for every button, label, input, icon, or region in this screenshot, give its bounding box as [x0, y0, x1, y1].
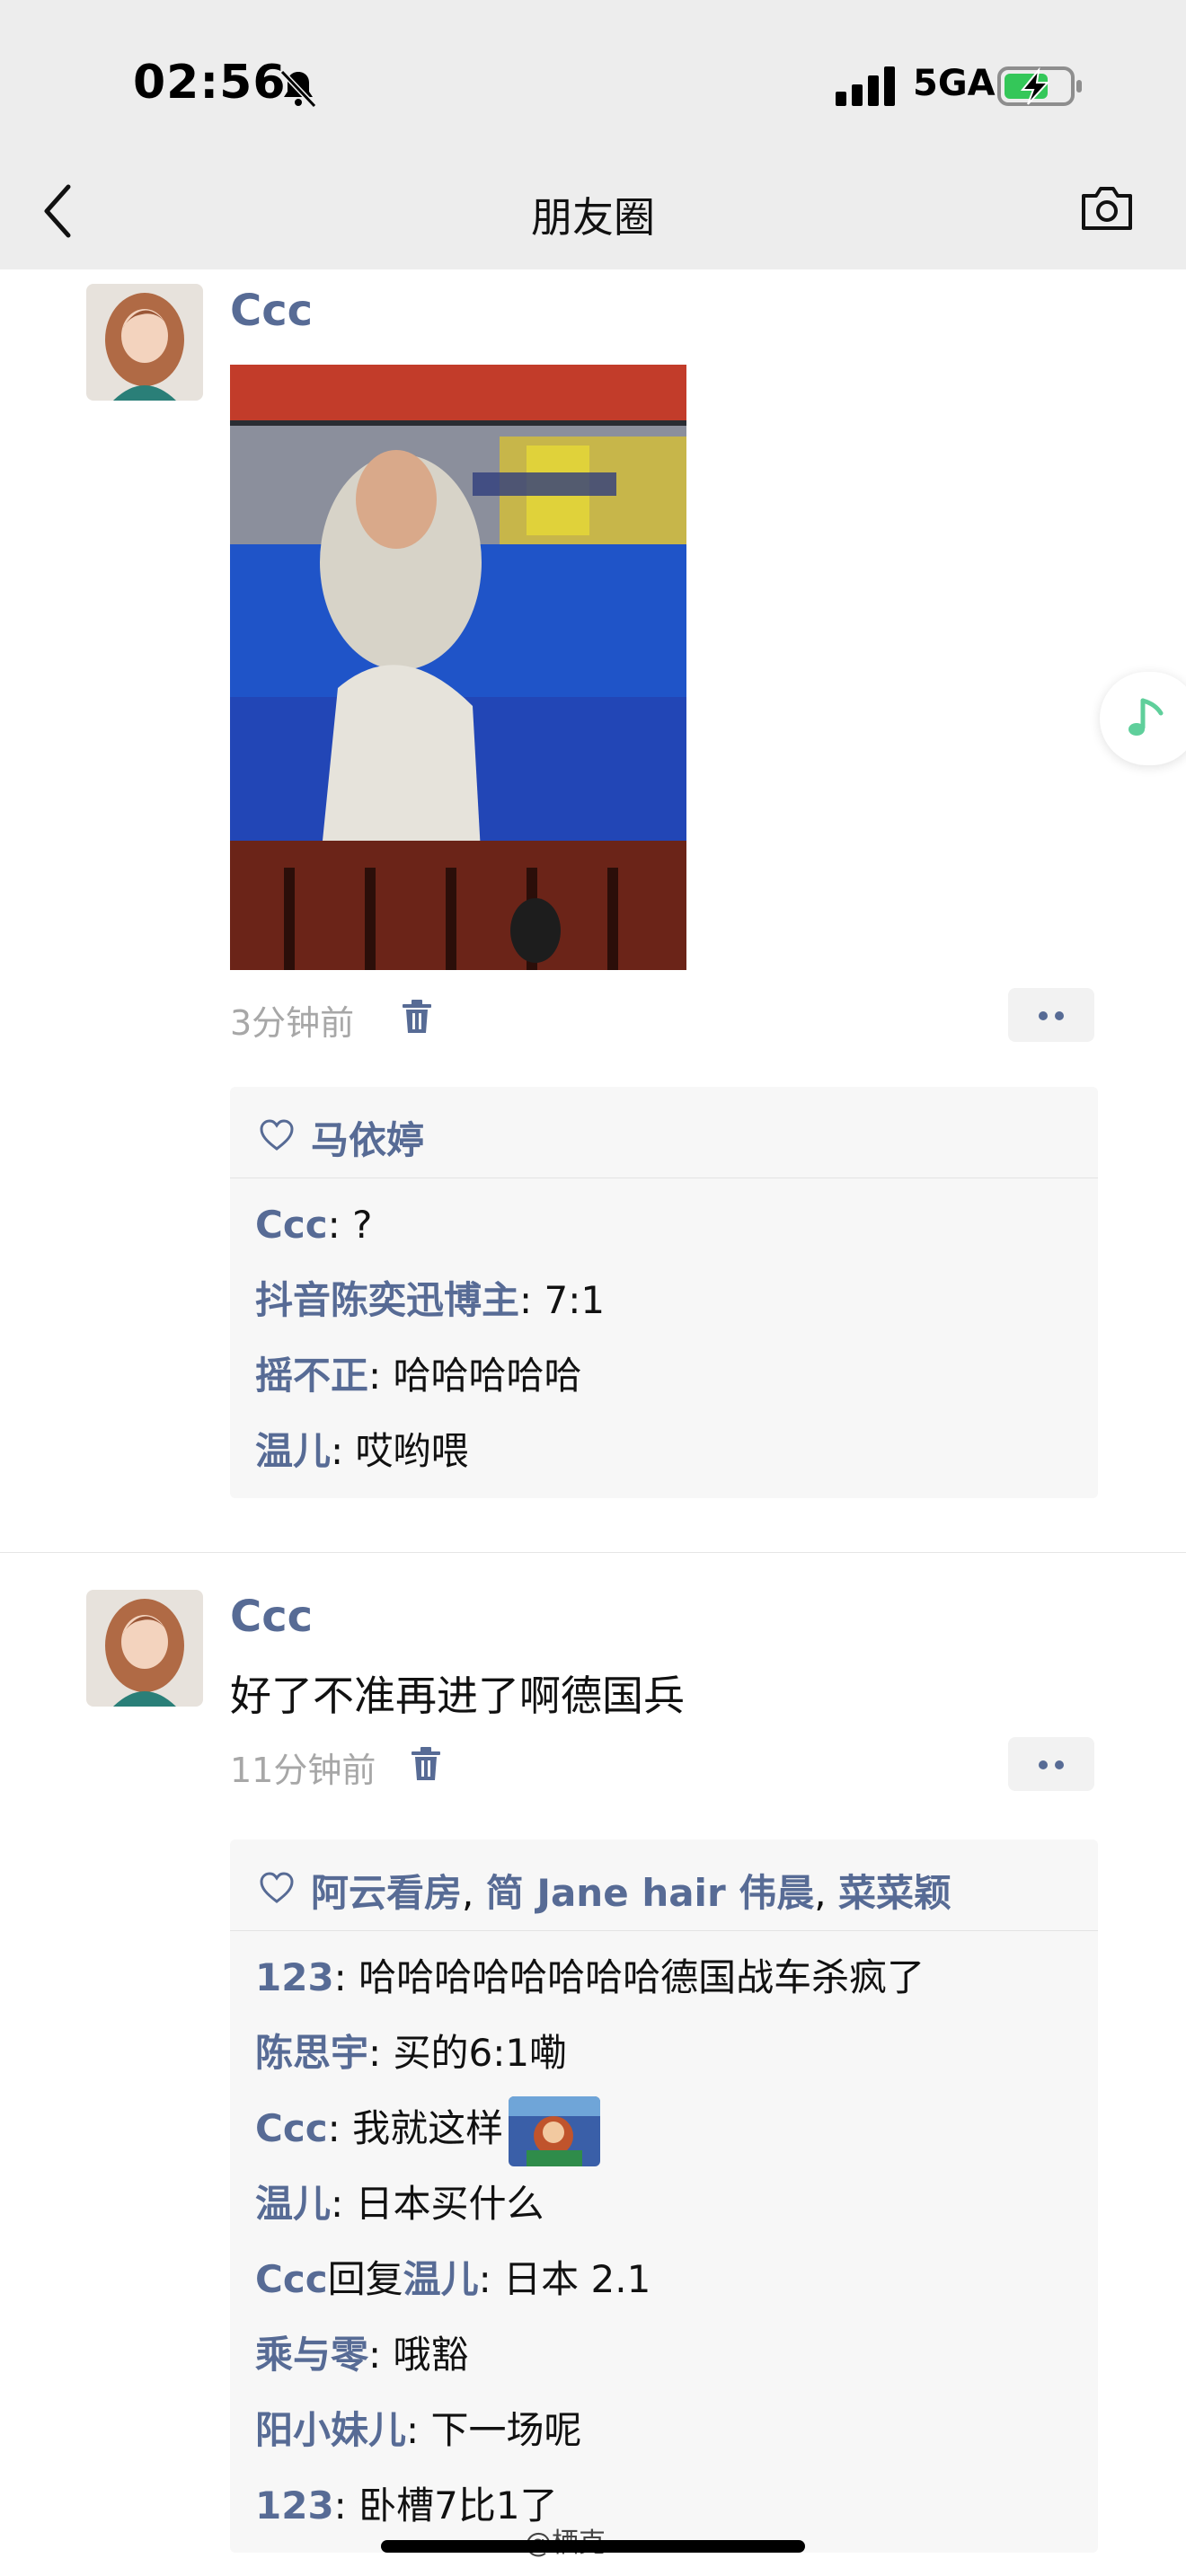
comment-item[interactable]: Ccc回复温儿: 日本 2.1 [255, 2242, 1098, 2317]
commenter-name[interactable]: 抖音陈奕迅博主 [255, 1278, 519, 1322]
comment-item[interactable]: 抖音陈奕迅博主: 7:1 [255, 1263, 1098, 1338]
more-options-button[interactable] [1008, 1737, 1094, 1791]
reply-to-name[interactable]: 温儿 [403, 2257, 479, 2301]
camera-icon[interactable] [1078, 183, 1136, 234]
comment-item[interactable]: 乘与零: 哦豁 [255, 2317, 1098, 2393]
avatar[interactable] [86, 1590, 203, 1707]
comment-text: : 我就这样 [327, 2106, 504, 2150]
comment-text: : 日本买什么 [331, 2182, 544, 2226]
comment-item[interactable]: Ccc: ? [255, 1187, 1098, 1263]
network-type: 5GA [913, 63, 996, 104]
comment-item[interactable]: 摇不正: 哈哈哈哈哈 [255, 1338, 1098, 1414]
dot-icon [1039, 1011, 1048, 1020]
comment-text: : 买的6:1嘞 [368, 2031, 568, 2075]
comment-text: : ? [327, 1203, 373, 1247]
liker-name[interactable]: 阿云看房 [311, 1871, 462, 1915]
commenter-name[interactable]: Ccc [255, 2106, 328, 2150]
commenter-name[interactable]: 陈思宇 [255, 2031, 368, 2075]
signal-icon [836, 66, 895, 106]
likes-row: 阿云看房, 简 Jane hair 伟晨, 菜菜颖 [230, 1839, 1098, 1931]
music-note-icon [1128, 698, 1164, 736]
comment-item[interactable]: Ccc: 我就这样 [255, 2091, 1098, 2166]
comment-text: : 哈哈哈哈哈哈哈哈德国战车杀疯了 [333, 1955, 925, 1999]
heart-icon [260, 1872, 294, 1903]
like-separator: , [814, 1871, 838, 1915]
commenter-name[interactable]: 阳小妹儿 [255, 2408, 406, 2452]
comment-item[interactable]: 123: 卧槽7比1了 [255, 2468, 1098, 2544]
trash-icon[interactable] [410, 1746, 442, 1782]
page-title: 朋友圈 [531, 193, 655, 242]
post-author[interactable]: Ccc [230, 1592, 313, 1642]
post-divider [0, 1552, 1186, 1553]
likes-row: 马依婷 [230, 1087, 1098, 1178]
commenter-name[interactable]: 温儿 [255, 1429, 331, 1473]
liker-name[interactable]: 简 Jane hair 伟晨 [486, 1871, 815, 1915]
comment-text: : 哦豁 [368, 2333, 469, 2377]
comment-item[interactable]: 陈思宇: 买的6:1嘞 [255, 2016, 1098, 2091]
comment-text: : 7:1 [519, 1278, 606, 1322]
dot-icon [1055, 1760, 1064, 1769]
comment-item[interactable]: 阳小妹儿: 下一场呢 [255, 2393, 1098, 2468]
comment-text: : 哈哈哈哈哈 [368, 1354, 582, 1398]
music-float-button[interactable] [1100, 672, 1186, 765]
post-time: 3分钟前 [230, 1003, 355, 1043]
commenter-name[interactable]: 123 [255, 1955, 334, 1999]
comment-text: : 哎哟喂 [331, 1429, 469, 1473]
like-names: 阿云看房, 简 Jane hair 伟晨, 菜菜颖 [311, 1863, 951, 1918]
dot-icon [1055, 1011, 1064, 1020]
likes-comments-panel: 阿云看房, 简 Jane hair 伟晨, 菜菜颖 123: 哈哈哈哈哈哈哈哈德… [230, 1839, 1098, 2553]
like-names: 马依婷 [311, 1110, 424, 1165]
commenter-name[interactable]: 摇不正 [255, 1354, 368, 1398]
comment-list: 123: 哈哈哈哈哈哈哈哈德国战车杀疯了 陈思宇: 买的6:1嘞 Ccc: 我就… [230, 1931, 1098, 2553]
likes-comments-panel: 马依婷 Ccc: ? 抖音陈奕迅博主: 7:1 摇不正: 哈哈哈哈哈 温儿: 哎… [230, 1087, 1098, 1498]
post-time: 11分钟前 [230, 1751, 376, 1790]
reply-word: 回复 [327, 2257, 403, 2301]
commenter-name[interactable]: Ccc [255, 1203, 328, 1247]
post-text: 好了不准再进了啊德国兵 [230, 1672, 685, 1720]
comment-item[interactable]: 温儿: 日本买什么 [255, 2166, 1098, 2242]
battery-charging-icon [997, 66, 1082, 106]
post-author[interactable]: Ccc [230, 286, 313, 336]
post-photo[interactable] [230, 365, 686, 970]
sticker-image[interactable] [509, 2095, 601, 2166]
status-time: 02:56 [133, 56, 287, 110]
comment-item[interactable]: 123: 哈哈哈哈哈哈哈哈德国战车杀疯了 [255, 1940, 1098, 2016]
comment-text: : 下一场呢 [406, 2408, 582, 2452]
like-separator: , [462, 1871, 486, 1915]
liker-name[interactable]: 马依婷 [311, 1118, 424, 1162]
top-bar: 02:56 5GA 朋友圈 [0, 0, 1186, 269]
home-indicator[interactable] [381, 2540, 805, 2553]
dot-icon [1039, 1760, 1048, 1769]
comment-item[interactable]: 温儿: 哎哟喂 [255, 1414, 1098, 1489]
comment-list: Ccc: ? 抖音陈奕迅博主: 7:1 摇不正: 哈哈哈哈哈 温儿: 哎哟喂 [230, 1178, 1098, 1498]
more-options-button[interactable] [1008, 988, 1094, 1042]
bell-off-icon [279, 69, 317, 109]
trash-icon[interactable] [401, 999, 433, 1035]
avatar[interactable] [86, 284, 203, 401]
commenter-name[interactable]: 温儿 [255, 2182, 331, 2226]
heart-icon [260, 1119, 294, 1151]
commenter-name[interactable]: 乘与零 [255, 2333, 368, 2377]
comment-text: : 日本 2.1 [478, 2257, 651, 2301]
liker-name[interactable]: 菜菜颖 [838, 1871, 951, 1915]
commenter-name[interactable]: 123 [255, 2483, 334, 2527]
commenter-name[interactable]: Ccc [255, 2257, 328, 2301]
